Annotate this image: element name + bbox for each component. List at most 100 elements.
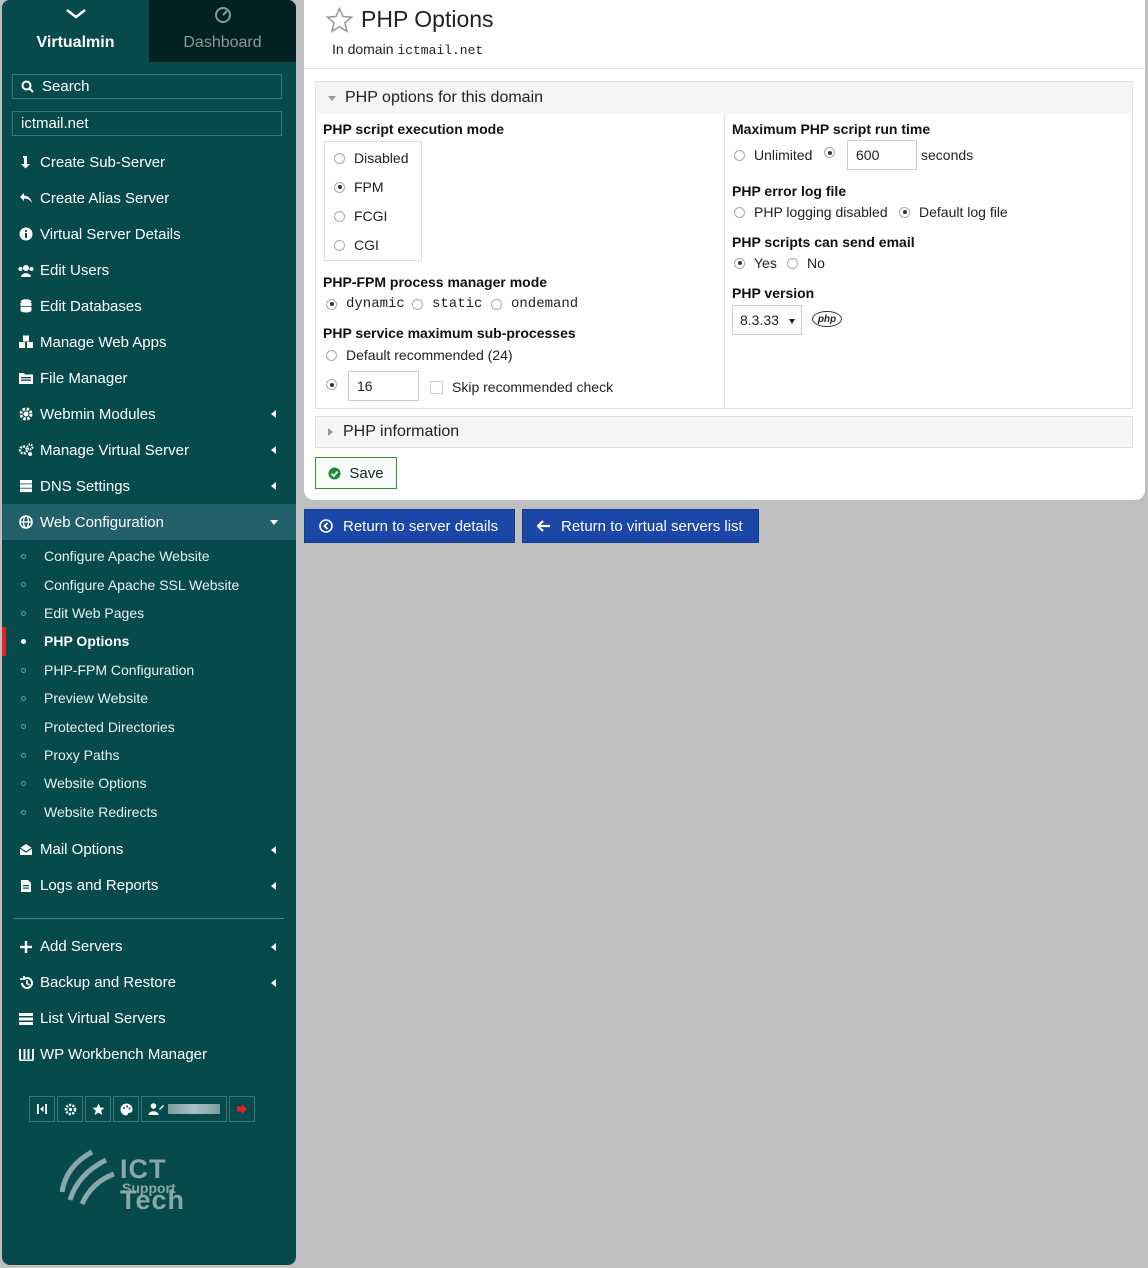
max-sub-custom-option[interactable] (326, 379, 346, 390)
send-email-yes-radio[interactable] (734, 257, 745, 269)
sidebar-item-create-sub-server[interactable]: Create Sub-Server (2, 144, 296, 180)
sidebar-item-file-manager[interactable]: File Manager (2, 360, 296, 396)
fpm-mode-dynamic-radio[interactable] (326, 298, 337, 310)
max-runtime-unlimited-option[interactable]: Unlimited (734, 147, 812, 163)
collapse-icon[interactable] (29, 1096, 55, 1122)
skip-recommended-option[interactable]: Skip recommended check (430, 379, 613, 395)
search-input[interactable]: Search (12, 74, 282, 99)
option-label: dynamic (346, 296, 405, 312)
reply-arrow-icon (16, 192, 36, 204)
sidebar-subitem-php-fpm-configuration[interactable]: PHP-FPM Configuration (2, 656, 296, 684)
exec-mode-cgi-radio[interactable] (334, 239, 345, 251)
expanded-triangle-icon (328, 95, 336, 101)
sidebar-item-edit-databases[interactable]: Edit Databases (2, 288, 296, 324)
error-log-disabled-radio[interactable] (734, 206, 745, 218)
exec-mode-disabled-option[interactable]: Disabled (334, 150, 408, 166)
max-sub-default-radio[interactable] (326, 349, 337, 361)
exec-mode-fcgi-radio[interactable] (334, 210, 345, 222)
sidebar-item-manage-virtual-server[interactable]: Manage Virtual Server (2, 432, 296, 468)
exec-mode-fpm-radio[interactable] (334, 181, 345, 193)
list-icon (16, 1012, 36, 1025)
sidebar-item-add-servers[interactable]: Add Servers (2, 929, 296, 965)
domain-select[interactable]: ictmail.net (12, 111, 282, 136)
sidebar-subitem-configure-apache-ssl-website[interactable]: Configure Apache SSL Website (2, 570, 296, 598)
send-email-no-option[interactable]: No (787, 255, 825, 271)
favorites-star-icon[interactable] (85, 1096, 111, 1122)
save-label: Save (349, 464, 384, 482)
sidebar-subitem-label: Proxy Paths (44, 746, 120, 763)
sidebar-subitem-label: Protected Directories (44, 718, 175, 735)
virtualmin-chevron-icon (2, 0, 149, 32)
fpm-mode-dynamic-option[interactable]: dynamic (326, 296, 405, 312)
sidebar-item-backup-and-restore[interactable]: Backup and Restore (2, 965, 296, 1001)
send-email-yes-option[interactable]: Yes (734, 255, 777, 271)
php-version-label: PHP version (732, 285, 815, 301)
skip-recommended-checkbox[interactable] (430, 380, 443, 394)
max-runtime-unlimited-radio[interactable] (734, 149, 745, 161)
logout-icon[interactable] (229, 1096, 255, 1122)
tab-dashboard[interactable]: Dashboard (149, 0, 296, 62)
max-runtime-input[interactable]: 600 (847, 140, 917, 170)
sidebar-subitem-proxy-paths[interactable]: Proxy Paths (2, 741, 296, 769)
sidebar-subitem-website-options[interactable]: Website Options (2, 769, 296, 797)
logo-line2: Support (122, 1180, 176, 1196)
expanded-caret-icon (270, 520, 278, 525)
php-version-select[interactable]: 8.3.33 (732, 305, 802, 335)
sidebar-item-virtual-server-details[interactable]: Virtual Server Details (2, 216, 296, 252)
return-to-virtual-servers-list-button[interactable]: Return to virtual servers list (522, 509, 759, 543)
exec-mode-disabled-radio[interactable] (334, 152, 345, 164)
exec-mode-fpm-option[interactable]: FPM (334, 179, 384, 195)
users-icon (16, 264, 36, 277)
fpm-mode-static-radio[interactable] (412, 298, 423, 310)
favorite-star-icon[interactable] (326, 6, 353, 33)
settings-gear-icon[interactable] (57, 1096, 83, 1122)
sidebar-subitem-website-redirects[interactable]: Website Redirects (2, 798, 296, 826)
php-options-section-header[interactable]: PHP options for this domain (316, 82, 1132, 114)
fpm-mode-static-option[interactable]: static (412, 296, 482, 312)
error-log-disabled-option[interactable]: PHP logging disabled (734, 204, 888, 220)
tab-virtualmin[interactable]: Virtualmin (2, 0, 149, 62)
error-log-default-radio[interactable] (899, 206, 910, 218)
option-label: Yes (754, 255, 777, 271)
sidebar-item-web-configuration[interactable]: Web Configuration (2, 504, 296, 540)
sidebar-item-label: File Manager (40, 369, 128, 387)
exec-mode-fcgi-option[interactable]: FCGI (334, 208, 387, 224)
return-to-server-details-button[interactable]: Return to server details (304, 509, 515, 543)
sidebar-item-edit-users[interactable]: Edit Users (2, 252, 296, 288)
collapsed-triangle-icon (328, 428, 333, 436)
send-email-no-radio[interactable] (787, 257, 798, 269)
save-button[interactable]: Save (315, 457, 397, 489)
sidebar-subitem-edit-web-pages[interactable]: Edit Web Pages (2, 599, 296, 627)
fpm-mode-ondemand-option[interactable]: ondemand (491, 296, 578, 312)
max-sub-input[interactable]: 16 (348, 371, 419, 401)
sidebar-subitem-configure-apache-website[interactable]: Configure Apache Website (2, 542, 296, 570)
max-runtime-custom-option[interactable] (824, 147, 844, 158)
sidebar-item-dns-settings[interactable]: DNS Settings (2, 468, 296, 504)
sidebar-item-create-alias-server[interactable]: Create Alias Server (2, 180, 296, 216)
sidebar-item-logs-and-reports[interactable]: Logs and Reports (2, 868, 296, 904)
sidebar-item-wp-workbench-manager[interactable]: WP Workbench Manager (2, 1037, 296, 1073)
exec-mode-cgi-option[interactable]: CGI (334, 237, 379, 253)
sidebar-item-webmin-modules[interactable]: Webmin Modules (2, 396, 296, 432)
web-configuration-submenu: Configure Apache Website Configure Apach… (2, 540, 296, 826)
max-sub-custom-radio[interactable] (326, 379, 337, 390)
sidebar-subitem-protected-directories[interactable]: Protected Directories (2, 712, 296, 740)
max-sub-value: 16 (357, 378, 373, 394)
sidebar-subitem-php-options[interactable]: PHP Options (2, 627, 296, 656)
php-information-section-header[interactable]: PHP information (316, 417, 1132, 447)
option-label: Unlimited (754, 147, 813, 163)
sidebar-subitem-label: Website Options (44, 775, 147, 792)
gears-icon (16, 443, 36, 457)
sidebar-item-manage-web-apps[interactable]: Manage Web Apps (2, 324, 296, 360)
database-icon (16, 299, 36, 313)
username-redacted (168, 1104, 220, 1114)
palette-icon[interactable] (113, 1096, 139, 1122)
sidebar-subitem-preview-website[interactable]: Preview Website (2, 684, 296, 712)
sidebar-item-mail-options[interactable]: Mail Options (2, 832, 296, 868)
max-runtime-custom-radio[interactable] (824, 147, 835, 158)
fpm-mode-ondemand-radio[interactable] (491, 298, 502, 310)
user-menu-button[interactable] (141, 1096, 227, 1122)
max-sub-default-option[interactable]: Default recommended (24) (326, 347, 513, 363)
error-log-default-option[interactable]: Default log file (899, 204, 1008, 220)
sidebar-item-list-virtual-servers[interactable]: List Virtual Servers (2, 1001, 296, 1037)
